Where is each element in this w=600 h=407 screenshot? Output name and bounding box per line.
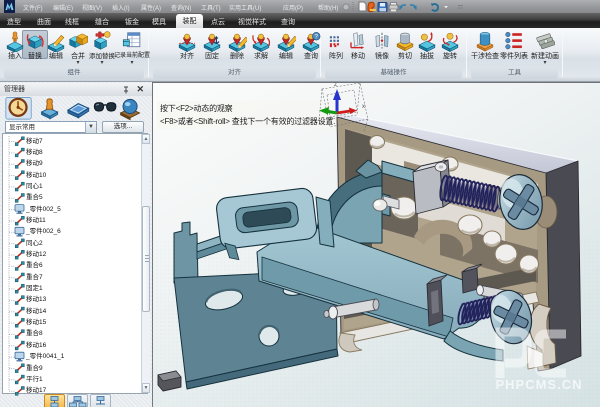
svg-text:PHPCMS.CN: PHPCMS.CN [495,377,582,392]
svg-text:?: ? [314,34,318,41]
svg-text:z: z [334,82,337,88]
svg-text:x: x [362,104,365,110]
